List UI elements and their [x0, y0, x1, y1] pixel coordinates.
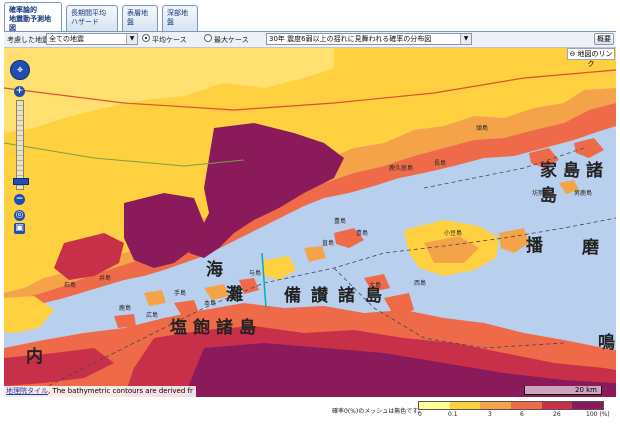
zoom-in-button[interactable]: + — [14, 86, 25, 97]
case-average-radio[interactable] — [142, 34, 150, 42]
place-label: 西島 — [414, 280, 427, 287]
place-label: 手島 — [174, 290, 187, 297]
label-umi: 海 — [206, 260, 223, 280]
toolbar: 考慮した地震 全ての地震 ▼ 平均ケース 最大ケース 30年 震度6弱以上の揺れ… — [4, 32, 616, 48]
legend-swatch — [449, 402, 481, 409]
map-type-select-value: 30年 震度6弱以上の揺れに見舞われる確率の分布図 — [269, 35, 432, 43]
pan-control[interactable]: ✥ — [10, 60, 30, 80]
place-label: 頭島 — [476, 125, 489, 132]
label-naru: 鳴 — [598, 333, 615, 353]
attribution-text: , The bathymetric contours are derived f… — [48, 387, 193, 395]
place-label: 直島 — [322, 240, 335, 247]
hazard-map[interactable]: ⊖ 地図のリンク 家島諸島 播 磨 備讃諸島 塩飽諸島 海 灘 鳴 内 鹿久居島… — [4, 48, 616, 397]
gsi-tiles-link[interactable]: 地理院タイル — [6, 387, 48, 395]
earthquake-select-value: 全ての地震 — [49, 35, 84, 43]
case-average-label: 平均ケース — [152, 36, 187, 44]
earthquake-select[interactable]: 全ての地震 ▼ — [46, 33, 138, 45]
legend: 確率0(%)のメッシュは無色です。 0 0.1 3 6 26 100 (%) — [0, 398, 620, 431]
place-label: 小豆島 — [444, 230, 463, 237]
label-harima-ha: 播 — [526, 236, 543, 256]
legend-swatch — [511, 402, 542, 409]
place-label: 男鹿島 — [574, 190, 593, 197]
case-max-label: 最大ケース — [214, 36, 249, 44]
place-label: 豊島 — [334, 218, 347, 225]
scale-bar: 20 km — [524, 386, 602, 395]
tab-label: 長期間平均 — [71, 9, 106, 17]
tab-surface-ground[interactable]: 表層地盤 — [122, 5, 158, 32]
tab-label: 確率論的 — [9, 6, 37, 14]
legend-swatch — [572, 402, 604, 409]
location-button[interactable]: ◎ — [14, 210, 25, 221]
label-nada: 灘 — [226, 285, 243, 305]
place-label: 本島 — [204, 300, 217, 307]
layer-button[interactable]: ▣ — [14, 223, 25, 234]
legend-swatch — [541, 402, 573, 409]
label-uchi: 内 — [26, 347, 43, 367]
legend-note: 確率0(%)のメッシュは無色です。 — [332, 408, 424, 415]
legend-tick: 0 — [418, 411, 422, 418]
layers-icon: ▣ — [15, 223, 24, 233]
legend-swatch — [480, 402, 512, 409]
link-icon: ⊖ — [569, 50, 576, 58]
legend-tick: 6 — [520, 411, 524, 418]
minus-icon: − — [15, 194, 24, 204]
tab-label: 深部地盤 — [167, 9, 188, 26]
place-label: 大島 — [369, 282, 382, 289]
case-max-radio[interactable] — [204, 34, 212, 42]
map-link-button[interactable]: ⊖ 地図のリンク — [567, 48, 615, 68]
tab-bar: 確率論的 地震動予測地図 長期間平均 ハザード 表層地盤 深部地盤 — [4, 2, 616, 33]
place-label: 与島 — [249, 270, 262, 277]
zoom-slider-thumb[interactable] — [13, 178, 29, 185]
map-attribution: 地理院タイル, The bathymetric contours are der… — [4, 386, 196, 397]
chevron-down-icon: ▼ — [126, 34, 137, 44]
pan-arrows-icon: ✥ — [17, 66, 23, 74]
place-label: 長島 — [434, 160, 447, 167]
place-label: 鹿島 — [119, 305, 132, 312]
tab-label: 表層地盤 — [127, 9, 148, 26]
label-shiwaku: 塩飽諸島 — [170, 318, 262, 338]
place-label: 家島 — [564, 168, 577, 175]
place-label: 広島 — [146, 312, 159, 319]
place-label: 坊勢島 — [532, 190, 551, 197]
tab-label: ハザード — [71, 18, 99, 26]
chevron-down-icon: ▼ — [460, 34, 471, 44]
legend-tick: 3 — [488, 411, 492, 418]
legend-swatch — [419, 402, 450, 409]
globe-icon: ◎ — [15, 210, 24, 220]
place-label: 鹿久居島 — [389, 165, 414, 172]
tab-deep-ground[interactable]: 深部地盤 — [162, 5, 198, 32]
map-type-select[interactable]: 30年 震度6弱以上の揺れに見舞われる確率の分布図 ▼ — [266, 33, 472, 45]
earthquake-label: 考慮した地震 — [7, 36, 49, 44]
legend-tick: 0.1 — [448, 411, 458, 418]
legend-tick: 100 (%) — [586, 411, 610, 418]
zoom-out-button[interactable]: − — [14, 194, 25, 205]
place-label: 石島 — [64, 282, 77, 289]
tab-long-term-hazard[interactable]: 長期間平均 ハザード — [66, 5, 118, 32]
tab-probabilistic-map[interactable]: 確率論的 地震動予測地図 — [4, 2, 62, 33]
label-harima-ma: 磨 — [582, 238, 599, 258]
overview-button[interactable]: 概要 — [594, 33, 614, 45]
map-navigation: ✥ + − ◎ ▣ — [10, 60, 30, 235]
label-ieshima: 家島諸島 — [540, 161, 609, 206]
map-layer — [4, 48, 616, 397]
place-label: 井島 — [99, 275, 112, 282]
zoom-slider-track[interactable] — [16, 100, 24, 190]
plus-icon: + — [15, 86, 24, 96]
place-label: 豊島 — [356, 230, 369, 237]
legend-color-bar — [418, 401, 604, 410]
legend-tick: 26 — [553, 411, 561, 418]
